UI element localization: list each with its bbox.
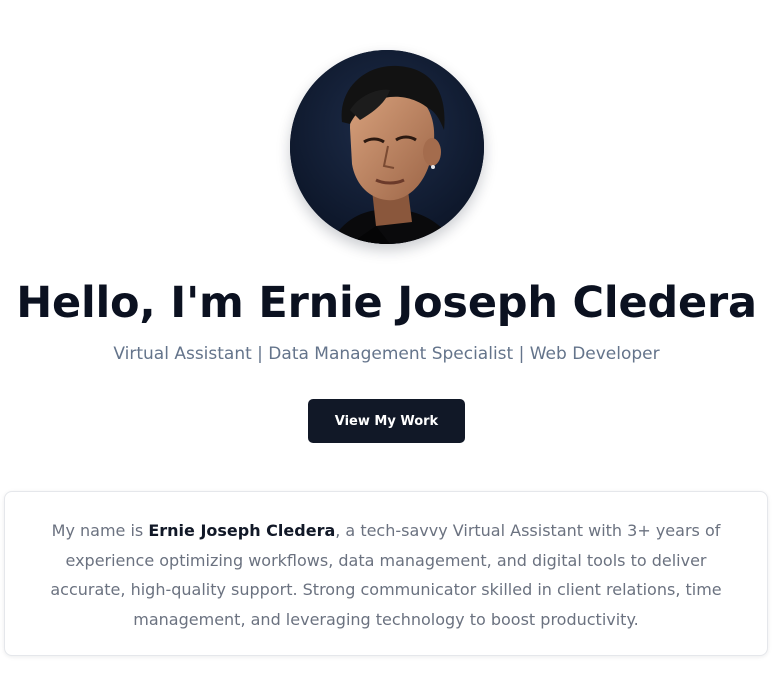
- about-card: My name is Ernie Joseph Cledera, a tech-…: [4, 491, 768, 656]
- about-paragraph: My name is Ernie Joseph Cledera, a tech-…: [27, 516, 745, 634]
- page-title: Hello, I'm Ernie Joseph Cledera: [16, 278, 757, 328]
- about-intro: My name is: [51, 521, 149, 540]
- avatar-portrait: [290, 50, 484, 244]
- page-subtitle: Virtual Assistant | Data Management Spec…: [113, 344, 660, 364]
- page: Hello, I'm Ernie Joseph Cledera Virtual …: [0, 0, 773, 684]
- avatar: [290, 50, 484, 244]
- view-my-work-button[interactable]: View My Work: [308, 399, 465, 443]
- about-name: Ernie Joseph Cledera: [148, 521, 336, 540]
